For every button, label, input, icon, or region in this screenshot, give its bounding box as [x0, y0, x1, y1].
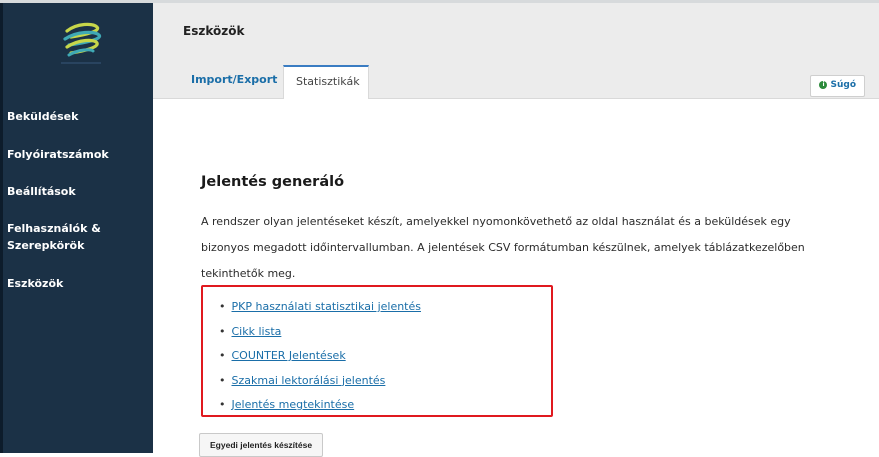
report-link-article-list[interactable]: Cikk lista [232, 325, 282, 338]
report-list: • PKP használati statisztikai jelentés • C… [219, 295, 421, 418]
tab-statistics[interactable]: Statisztikák [283, 65, 369, 99]
bullet-icon: • [219, 373, 226, 387]
sidebar: Beküldések Folyóiratszámok Beállítások F… [0, 3, 153, 453]
page-header: Eszközök Import/Export Statisztikák i Súg… [153, 3, 879, 99]
bullet-icon: • [219, 349, 226, 362]
sidebar-item-settings[interactable]: Beállítások [7, 183, 76, 200]
list-item: • Szakmai lektorálási jelentés [219, 369, 421, 394]
tab-import-export[interactable]: Import/Export [179, 65, 289, 98]
ojs-logo-icon[interactable] [55, 17, 107, 67]
report-link-view-report[interactable]: Jelentés megtekintése [232, 398, 355, 411]
bullet-icon: • [219, 324, 226, 338]
help-label: Súgó [830, 80, 856, 90]
sidebar-item-submissions[interactable]: Beküldések [7, 108, 78, 125]
info-icon: i [819, 80, 828, 89]
list-item: • COUNTER Jelentések [219, 344, 421, 369]
bullet-icon: • [219, 398, 226, 411]
report-list-highlight: • PKP használati statisztikai jelentés • C… [201, 285, 553, 417]
sidebar-item-tools[interactable]: Eszközök [7, 275, 63, 292]
list-item: • PKP használati statisztikai jelentés [219, 295, 421, 320]
report-link-counter[interactable]: COUNTER Jelentések [232, 349, 346, 362]
list-item: • Cikk lista [219, 320, 421, 345]
section-title: Jelentés generáló [201, 174, 345, 190]
custom-report-button[interactable]: Egyedi jelentés készítése [199, 433, 324, 457]
list-item: • Jelentés megtekintése [219, 393, 421, 418]
sidebar-item-issues[interactable]: Folyóiratszámok [7, 146, 109, 163]
report-link-review[interactable]: Szakmai lektorálási jelentés [232, 374, 386, 387]
main-content: Jelentés generáló A rendszer olyan jelen… [153, 99, 879, 457]
bullet-icon: • [219, 300, 226, 313]
page-title: Eszközök [183, 24, 245, 38]
help-button[interactable]: i Súgó [810, 75, 865, 97]
section-description: A rendszer olyan jelentéseket készít, am… [201, 215, 805, 280]
sidebar-item-users-roles[interactable]: Felhasználók & Szerepkörök [7, 220, 101, 254]
report-link-pkp-usage[interactable]: PKP használati statisztikai jelentés [232, 300, 422, 313]
